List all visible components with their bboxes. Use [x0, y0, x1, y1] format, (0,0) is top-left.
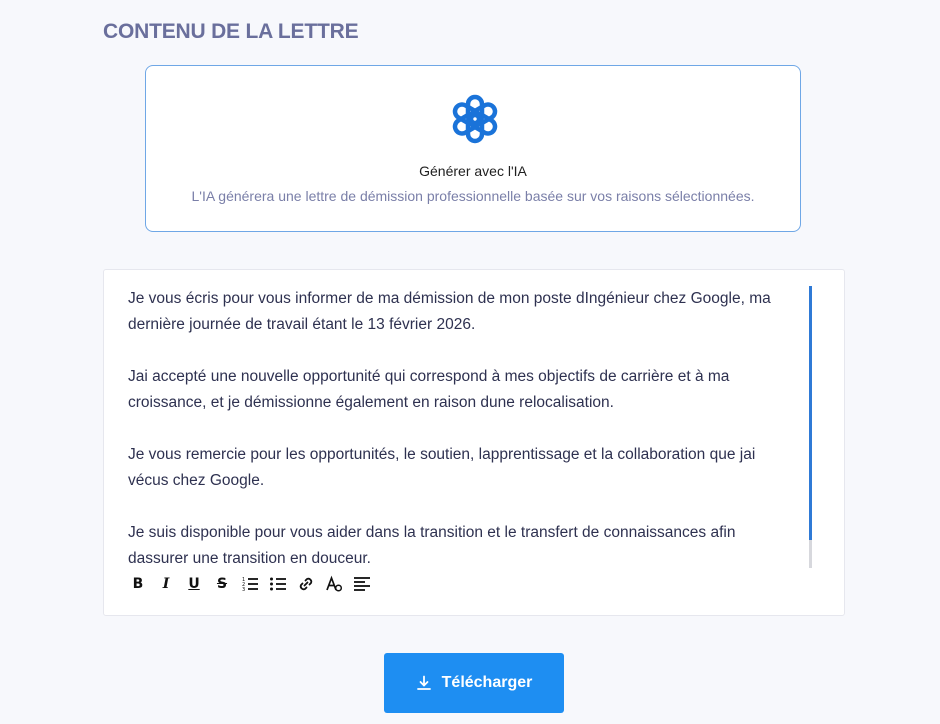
generate-ai-title: Générer avec l'IA: [419, 163, 527, 179]
underline-icon: U: [188, 576, 200, 592]
bold-button[interactable]: B: [124, 572, 152, 596]
align-left-button[interactable]: [348, 572, 376, 596]
generate-ai-card[interactable]: Générer avec l'IA L'IA générera une lett…: [145, 65, 801, 232]
letter-paragraph: Jai accepté une nouvelle opportunité qui…: [128, 368, 730, 411]
bullet-list-icon: [270, 577, 286, 591]
italic-icon: I: [162, 576, 170, 592]
bullet-list-button[interactable]: [264, 572, 292, 596]
clear-format-icon: [326, 575, 343, 592]
svg-text:3: 3: [242, 587, 245, 593]
align-left-icon: [354, 577, 370, 591]
editor-scrollbar[interactable]: [809, 286, 812, 568]
link-button[interactable]: [292, 572, 320, 596]
strikethrough-button[interactable]: S: [208, 572, 236, 596]
ordered-list-icon: 1 2 3: [242, 577, 258, 593]
clear-format-button[interactable]: [320, 572, 348, 596]
generate-ai-description: L'IA générera une lettre de démission pr…: [191, 188, 755, 204]
bold-icon: B: [132, 576, 144, 592]
italic-button[interactable]: I: [152, 572, 180, 596]
letter-text-area[interactable]: Je vous écris pour vous informer de ma d…: [128, 286, 788, 568]
download-button[interactable]: Télécharger: [384, 653, 564, 713]
letter-content-page: CONTENU DE LA LETTRE Générer avec l'IA L…: [0, 0, 940, 724]
download-icon: [416, 675, 431, 690]
strikethrough-icon: S: [216, 576, 228, 592]
letter-paragraph: Je suis disponible pour vous aider dans …: [128, 524, 736, 567]
openai-logo-icon: [452, 94, 498, 144]
ordered-list-button[interactable]: 1 2 3: [236, 572, 264, 596]
download-label: Télécharger: [441, 674, 533, 691]
formatting-toolbar: B I U S 1 2 3: [124, 572, 376, 596]
letter-paragraph: Je vous remercie pour les opportunités, …: [128, 446, 756, 489]
editor-scrollbar-thumb[interactable]: [809, 286, 812, 540]
letter-editor[interactable]: Je vous écris pour vous informer de ma d…: [103, 269, 845, 616]
section-title: CONTENU DE LA LETTRE: [103, 20, 359, 43]
underline-button[interactable]: U: [180, 572, 208, 596]
letter-paragraph: Je vous écris pour vous informer de ma d…: [128, 290, 771, 333]
link-icon: [299, 577, 313, 591]
